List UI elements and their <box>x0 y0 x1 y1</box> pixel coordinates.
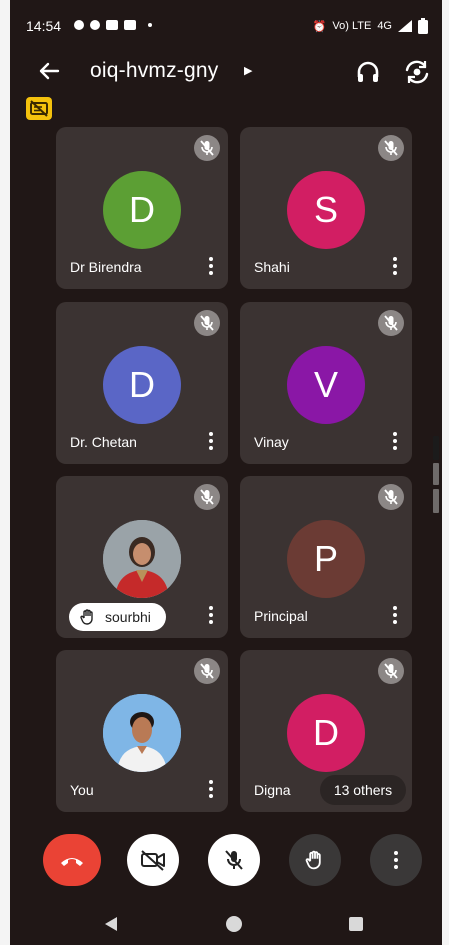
system-nav-bar <box>10 900 442 945</box>
participant-tile[interactable]: sourbhi <box>56 476 228 638</box>
more-options-icon[interactable] <box>392 432 398 450</box>
avatar: V <box>287 346 365 424</box>
mic-off-icon <box>378 135 404 161</box>
camera-toggle-button[interactable] <box>127 834 179 886</box>
avatar: P <box>287 520 365 598</box>
participant-name: Shahi <box>254 259 290 275</box>
participant-name: sourbhi <box>105 609 151 625</box>
meet-screen: 14:54 ⏰ Vo) LTE 4G oiq-hvmz-gny ▶ D Dr B… <box>10 0 442 945</box>
participant-name: Vinay <box>254 434 289 450</box>
avatar: D <box>103 171 181 249</box>
network-gen-label: 4G <box>377 20 392 32</box>
notification-icons <box>74 20 152 30</box>
cast-icon <box>74 20 84 30</box>
participant-name: Digna <box>254 782 291 798</box>
avatar: D <box>287 694 365 772</box>
participant-tile[interactable]: D Dr. Chetan <box>56 302 228 464</box>
participant-tile[interactable]: V Vinay <box>240 302 412 464</box>
participant-name: Principal <box>254 608 308 624</box>
raise-hand-button[interactable] <box>289 834 341 886</box>
end-call-button[interactable] <box>43 834 101 886</box>
nav-home-icon[interactable] <box>226 916 242 932</box>
meeting-code[interactable]: oiq-hvmz-gny <box>90 59 218 83</box>
more-options-icon[interactable] <box>392 257 398 275</box>
more-options-icon[interactable] <box>392 606 398 624</box>
volte-label: Vo) LTE <box>332 20 372 32</box>
participant-name: Dr. Chetan <box>70 434 137 450</box>
youtube-icon <box>106 20 118 30</box>
mic-toggle-button[interactable] <box>208 834 260 886</box>
status-time: 14:54 <box>26 18 62 34</box>
raised-hand-chip: sourbhi <box>69 603 166 631</box>
participant-tile[interactable]: D Digna 13 others <box>240 650 412 812</box>
camera-off-icon <box>141 850 165 871</box>
mic-off-icon <box>194 135 220 161</box>
nav-recents-icon[interactable] <box>349 917 363 931</box>
headphones-icon[interactable] <box>354 58 382 86</box>
avatar: S <box>287 171 365 249</box>
participant-name: Dr Birendra <box>70 259 142 275</box>
more-notifications-icon <box>148 23 152 27</box>
alarm-icon: ⏰ <box>312 20 327 33</box>
edge-handle[interactable] <box>433 489 439 513</box>
chevron-right-icon[interactable]: ▶ <box>244 64 252 77</box>
mic-off-icon <box>378 658 404 684</box>
mic-off-icon <box>194 658 220 684</box>
edge-handle[interactable] <box>433 463 439 485</box>
youtube-icon <box>124 20 136 30</box>
participant-tile[interactable]: D Dr Birendra <box>56 127 228 289</box>
more-options-icon[interactable] <box>208 780 214 798</box>
status-bar: 14:54 ⏰ Vo) LTE 4G <box>10 14 442 38</box>
more-options-icon[interactable] <box>208 432 214 450</box>
more-vert-icon <box>394 851 398 869</box>
nav-back-icon[interactable] <box>104 916 118 932</box>
mic-off-icon <box>194 310 220 336</box>
more-options-icon[interactable] <box>208 257 214 275</box>
mic-off-icon <box>225 850 243 870</box>
system-icons: ⏰ Vo) LTE 4G <box>313 18 428 34</box>
participant-name: You <box>70 782 94 798</box>
raised-hand-icon <box>80 609 93 625</box>
battery-icon <box>418 18 428 34</box>
hang-up-icon <box>61 858 83 866</box>
avatar-photo <box>103 520 181 598</box>
more-options-icon[interactable] <box>208 606 214 624</box>
others-count-chip[interactable]: 13 others <box>320 775 406 805</box>
participant-tile[interactable]: S Shahi <box>240 127 412 289</box>
captions-off-icon[interactable] <box>26 97 52 120</box>
raised-hand-icon <box>305 850 321 870</box>
switch-camera-icon[interactable] <box>403 58 431 86</box>
more-options-button[interactable] <box>370 834 422 886</box>
back-arrow-icon[interactable] <box>34 56 64 86</box>
meeting-app-bar: oiq-hvmz-gny ▶ <box>10 52 442 92</box>
signal-icon <box>398 20 412 32</box>
participant-tile[interactable]: You <box>56 650 228 812</box>
avatar: D <box>103 346 181 424</box>
mic-off-icon <box>378 484 404 510</box>
chat-icon <box>90 20 100 30</box>
avatar-photo <box>103 694 181 772</box>
mic-off-icon <box>194 484 220 510</box>
edge-handle[interactable] <box>433 436 439 460</box>
participant-tile[interactable]: P Principal <box>240 476 412 638</box>
mic-off-icon <box>378 310 404 336</box>
